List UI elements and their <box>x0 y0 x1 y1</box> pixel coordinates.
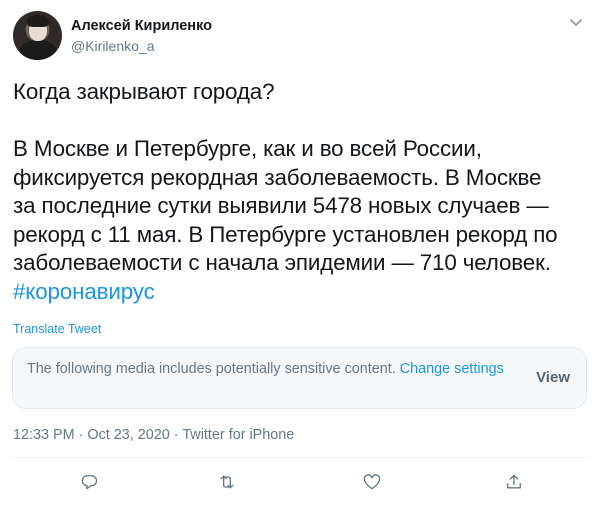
translate-tweet-link[interactable]: Translate Tweet <box>13 322 101 336</box>
author-handle[interactable]: @Kirilenko_a <box>71 37 212 55</box>
avatar-body <box>19 40 57 60</box>
divider <box>13 457 587 458</box>
tweet-header: Алексей Кириленко @Kirilenko_a <box>13 11 587 61</box>
tweet-card: Алексей Кириленко @Kirilenko_a Когда зак… <box>0 0 600 513</box>
retweet-icon[interactable] <box>215 470 239 494</box>
change-settings-link[interactable]: Change settings <box>400 361 504 377</box>
author-display-name[interactable]: Алексей Кириленко <box>71 17 212 35</box>
avatar[interactable] <box>13 11 62 60</box>
tweet-line: за последние сутки выявили 5478 новых сл… <box>13 193 549 218</box>
avatar-hair <box>27 15 49 27</box>
like-icon[interactable] <box>360 470 384 494</box>
view-media-button[interactable]: View <box>536 369 570 386</box>
notice-message: The following media includes potentially… <box>27 361 400 377</box>
sensitive-notice-text: The following media includes potentially… <box>27 360 507 379</box>
tweet-line: рекорд с 11 мая. В Петербурге установлен… <box>13 221 558 247</box>
tweet-line: В Москве и Петербурге, как и во всей Рос… <box>13 136 482 161</box>
tweet-line: фиксируется рекордная заболеваемость. В … <box>13 164 542 190</box>
tweet-line: заболеваемости с начала эпидемии — 710 ч… <box>13 250 551 275</box>
hashtag-link[interactable]: #коронавирус <box>13 279 155 304</box>
sensitive-content-notice: The following media includes potentially… <box>12 347 587 409</box>
action-bar <box>13 470 587 500</box>
tweet-timestamp[interactable]: 12:33 PM · Oct 23, 2020 · Twitter for iP… <box>13 427 294 443</box>
chevron-down-icon[interactable] <box>567 13 585 31</box>
share-icon[interactable] <box>502 470 526 494</box>
reply-icon[interactable] <box>77 470 101 494</box>
author-names[interactable]: Алексей Кириленко @Kirilenko_a <box>71 17 212 55</box>
tweet-title-line: Когда закрывают города? <box>13 79 275 104</box>
tweet-text: Когда закрывают города? В Москве и Петер… <box>13 78 587 306</box>
